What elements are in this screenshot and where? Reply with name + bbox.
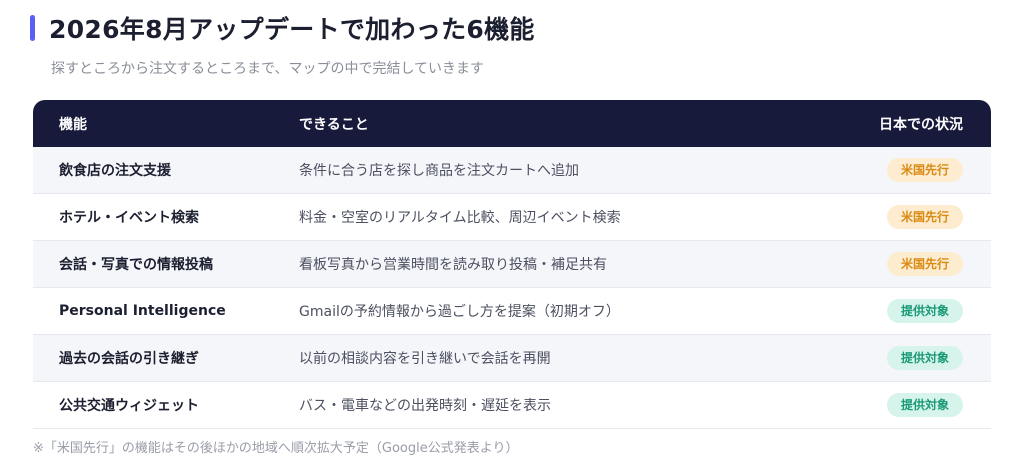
feature-description: 以前の相談内容を引き継いで会話を再開 [299, 351, 551, 367]
status-cell: 提供対象 [863, 393, 991, 417]
column-header-description: できること [299, 116, 369, 133]
status-badge: 米国先行 [887, 252, 963, 276]
feature-description: 料金・空室のリアルタイム比較、周辺イベント検索 [299, 210, 621, 226]
table-row: Personal Intelligence Gmailの予約情報から過ごし方を提… [33, 288, 991, 335]
feature-name: 公共交通ウィジェット [59, 398, 199, 414]
table-row: 会話・写真での情報投稿 看板写真から営業時間を読み取り投稿・補足共有 米国先行 [33, 241, 991, 288]
table-row: 過去の会話の引き継ぎ 以前の相談内容を引き継いで会話を再開 提供対象 [33, 335, 991, 382]
status-badge: 提供対象 [887, 346, 963, 370]
page-subtitle: 探すところから注文するところまで、マップの中で完結していきます [51, 61, 485, 77]
status-badge: 米国先行 [887, 205, 963, 229]
feature-description: バス・電車などの出発時刻・遅延を表示 [299, 398, 551, 414]
title-row: 2026年8月アップデートで加わった6機能 [30, 10, 535, 46]
title-accent-bar [30, 15, 35, 41]
column-header-feature: 機能 [59, 116, 87, 133]
feature-name: Personal Intelligence [59, 303, 226, 319]
status-badge: 提供対象 [887, 299, 963, 323]
table-row: 公共交通ウィジェット バス・電車などの出発時刻・遅延を表示 提供対象 [33, 382, 991, 429]
feature-description: Gmailの予約情報から過ごし方を提案（初期オフ） [299, 304, 620, 320]
feature-name: 会話・写真での情報投稿 [59, 257, 213, 273]
page: 2026年8月アップデートで加わった6機能 探すところから注文するところまで、マ… [0, 0, 1024, 470]
column-header-status: 日本での状況 [879, 116, 963, 133]
table-row: ホテル・イベント検索 料金・空室のリアルタイム比較、周辺イベント検索 米国先行 [33, 194, 991, 241]
page-title: 2026年8月アップデートで加わった6機能 [49, 15, 535, 44]
feature-name: ホテル・イベント検索 [59, 210, 199, 226]
table-header: 機能 できること 日本での状況 [33, 100, 991, 147]
status-badge: 米国先行 [887, 158, 963, 182]
title-block: 2026年8月アップデートで加わった6機能 探すところから注文するところまで、マ… [30, 10, 535, 78]
footnote: ※「米国先行」の機能はその後ほかの地域へ順次拡大予定（Google公式発表より） [33, 441, 519, 456]
status-badge: 提供対象 [887, 393, 963, 417]
table-row: 飲食店の注文支援 条件に合う店を探し商品を注文カートへ追加 米国先行 [33, 147, 991, 194]
feature-description: 条件に合う店を探し商品を注文カートへ追加 [299, 163, 579, 179]
status-cell: 提供対象 [863, 299, 991, 323]
status-cell: 米国先行 [863, 158, 991, 182]
feature-name: 過去の会話の引き継ぎ [59, 351, 199, 367]
feature-table: 機能 できること 日本での状況 飲食店の注文支援 条件に合う店を探し商品を注文カ… [33, 100, 991, 429]
status-cell: 提供対象 [863, 346, 991, 370]
status-cell: 米国先行 [863, 252, 991, 276]
feature-description: 看板写真から営業時間を読み取り投稿・補足共有 [299, 257, 607, 273]
feature-name: 飲食店の注文支援 [59, 163, 171, 179]
status-cell: 米国先行 [863, 205, 991, 229]
